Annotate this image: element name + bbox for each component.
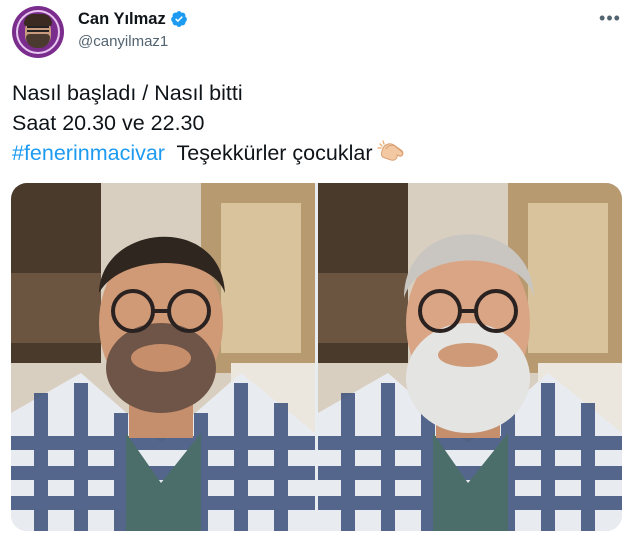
thanks-text: Teşekkürler çocuklar xyxy=(176,141,373,165)
tweet-text: Nasıl başladı / Nasıl bitti Saat 20.30 v… xyxy=(12,78,612,168)
avatar-hair xyxy=(24,14,52,26)
man-gray-hair-white-beard xyxy=(318,183,622,531)
tweet-line-3: #fenerinmacivar Teşekkürler çocuklar xyxy=(12,138,612,168)
verified-badge-icon xyxy=(170,11,187,27)
media-grid xyxy=(11,183,622,531)
after-photo[interactable] xyxy=(318,183,622,531)
hashtag-link[interactable]: #fenerinmacivar xyxy=(12,141,165,165)
clapping-hands-icon xyxy=(376,140,403,161)
tweet-line-1: Nasıl başladı / Nasıl bitti xyxy=(12,81,243,105)
avatar-glasses xyxy=(27,26,49,32)
author-avatar[interactable] xyxy=(12,6,64,58)
author-handle[interactable]: @canyilmaz1 xyxy=(78,33,168,50)
man-dark-hair-beard xyxy=(11,183,315,531)
more-options-icon[interactable]: ••• xyxy=(599,8,621,28)
author-display-name[interactable]: Can Yılmaz xyxy=(78,10,166,29)
before-photo[interactable] xyxy=(11,183,315,531)
tweet: Can Yılmaz @canyilmaz1 ••• Nasıl başladı… xyxy=(0,0,635,535)
author-name-row[interactable]: Can Yılmaz xyxy=(78,8,188,30)
tweet-line-2: Saat 20.30 ve 22.30 xyxy=(12,111,205,135)
